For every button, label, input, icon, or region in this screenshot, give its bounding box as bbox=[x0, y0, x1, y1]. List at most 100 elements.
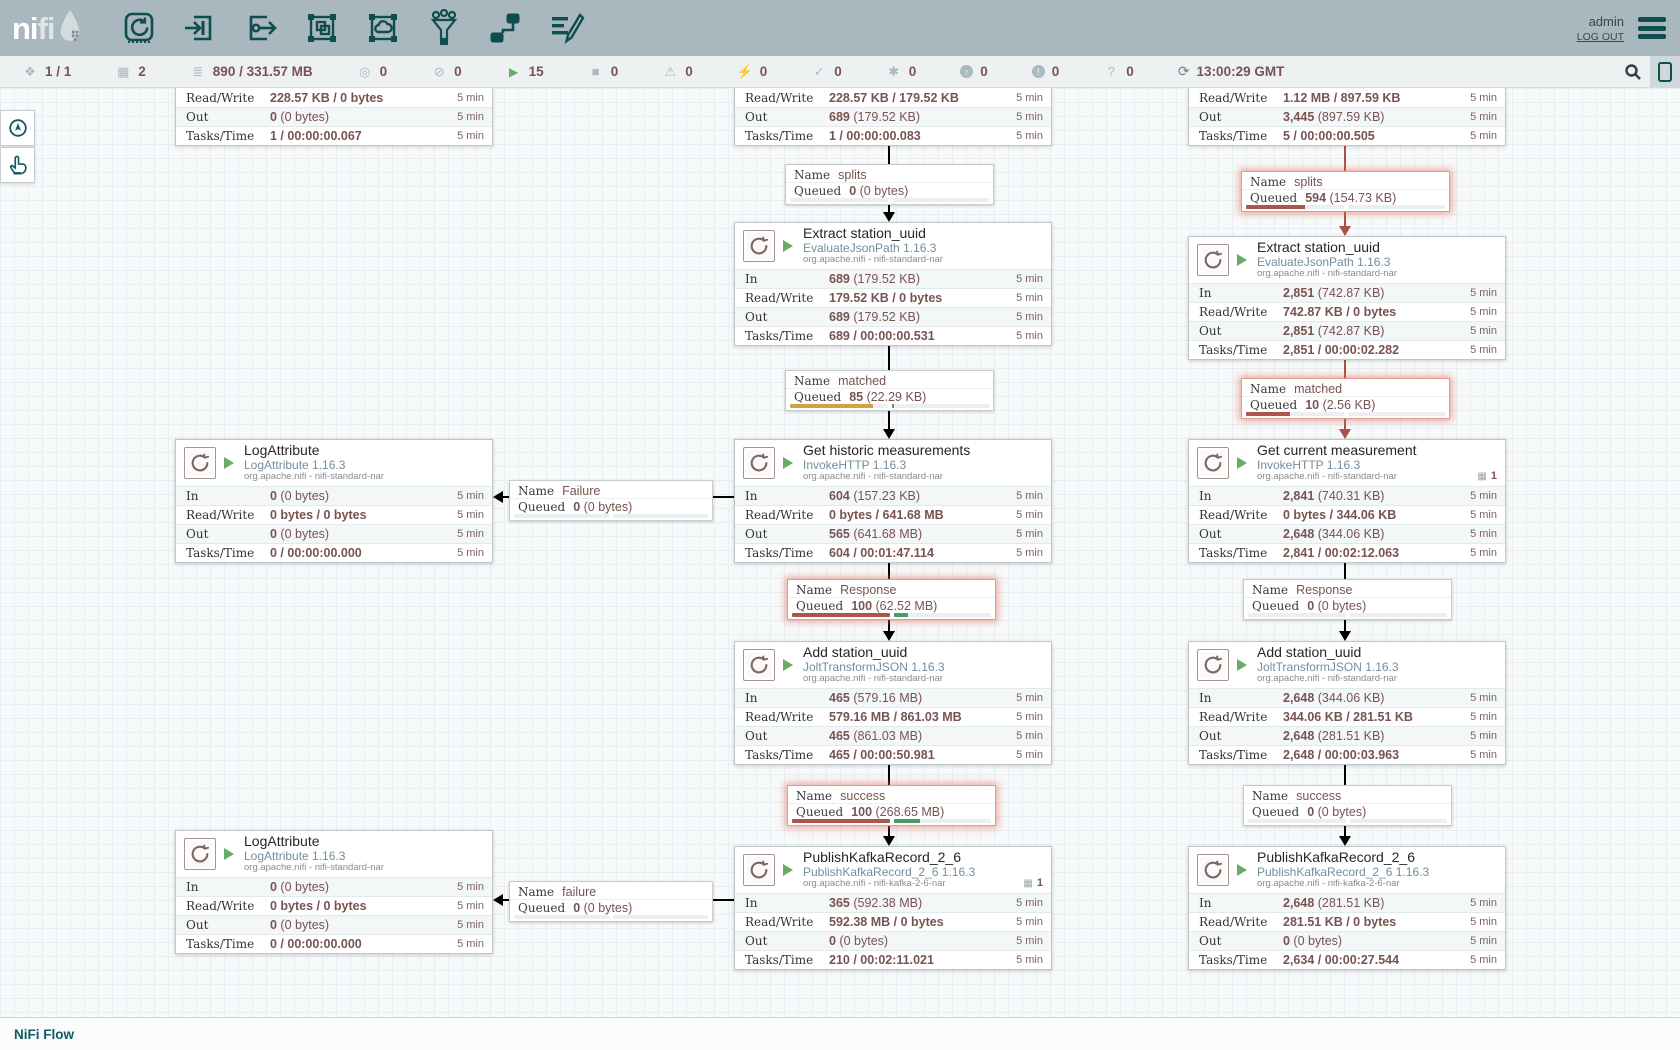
processor-get-historic-measurements[interactable]: Get historic measurementsInvokeHTTP 1.16… bbox=[734, 439, 1052, 563]
processor-name: Add station_uuid bbox=[803, 645, 945, 661]
processor-add-station-uuid-mid[interactable]: Add station_uuidJoltTransformJSON 1.16.3… bbox=[734, 641, 1052, 765]
processor-top-right[interactable]: Read/Write1.12 MB / 897.59 KB5 minOut3,4… bbox=[1188, 88, 1506, 146]
stat-window: 5 min bbox=[1016, 130, 1043, 142]
queued-count: 594 bbox=[1305, 191, 1326, 205]
stat-value-bold: 3,445 bbox=[1283, 110, 1314, 124]
breadcrumb-bar: NiFi Flow bbox=[0, 1017, 1680, 1050]
input-port-icon[interactable] bbox=[180, 8, 220, 48]
queued-size: (0 bytes) bbox=[1314, 599, 1366, 613]
connection-label-matched-mid[interactable]: NamematchedQueued85 (22.29 KB) bbox=[785, 370, 994, 411]
processor-publishkafkarecord-mid[interactable]: PublishKafkaRecord_2_6PublishKafkaRecord… bbox=[734, 846, 1052, 970]
label-icon[interactable] bbox=[546, 8, 586, 48]
connection-label-splits-mid[interactable]: NamesplitsQueued0 (0 bytes) bbox=[785, 164, 994, 205]
backpressure-bars bbox=[790, 198, 989, 202]
status-count: 0 bbox=[760, 64, 768, 79]
stat-label: Read/Write bbox=[186, 508, 270, 522]
connection-label-response-mid[interactable]: NameResponseQueued100 (62.52 MB) bbox=[787, 579, 996, 620]
processor-top-middle[interactable]: Read/Write228.57 KB / 179.52 KB5 minOut6… bbox=[734, 88, 1052, 146]
processor-get-current-measurement[interactable]: Get current measurementInvokeHTTP 1.16.3… bbox=[1188, 439, 1506, 563]
processor-icon[interactable] bbox=[119, 8, 159, 48]
template-icon[interactable] bbox=[485, 8, 525, 48]
stat-value: 365 (592.38 MB) bbox=[829, 896, 922, 910]
stat-value: 5 / 00:00:00.505 bbox=[1283, 129, 1375, 143]
stat-row-read-write: Read/Write0 bytes / 0 bytes5 min bbox=[176, 896, 492, 915]
stat-row-read-write: Read/Write0 bytes / 0 bytes5 min bbox=[176, 505, 492, 524]
stat-value: 0 bytes / 641.68 MB bbox=[829, 508, 944, 522]
stat-window: 5 min bbox=[1016, 311, 1043, 323]
processor-type-icon bbox=[1197, 649, 1229, 681]
processor-type: LogAttribute 1.16.3 bbox=[244, 459, 384, 472]
global-menu-icon[interactable] bbox=[1638, 17, 1666, 39]
stat-label: Read/Write bbox=[745, 508, 829, 522]
processor-logattribute-mid-left[interactable]: LogAttributeLogAttribute 1.16.3org.apach… bbox=[175, 439, 493, 563]
stat-row-in: In604 (157.23 KB)5 min bbox=[735, 486, 1051, 505]
stat-value-bold: 689 bbox=[829, 272, 850, 286]
processor-header: Extract station_uuidEvaluateJsonPath 1.1… bbox=[735, 223, 1051, 269]
stat-value: 281.51 KB / 0 bytes bbox=[1283, 915, 1396, 929]
backpressure-right-bar bbox=[892, 198, 990, 202]
stat-label: Tasks/Time bbox=[745, 129, 829, 143]
processor-add-station-uuid-right[interactable]: Add station_uuidJoltTransformJSON 1.16.3… bbox=[1188, 641, 1506, 765]
connection-label-matched-right[interactable]: NamematchedQueued10 (2.56 KB) bbox=[1241, 378, 1450, 419]
logout-link[interactable]: LOG OUT bbox=[1577, 31, 1624, 43]
stat-label: Tasks/Time bbox=[745, 953, 829, 967]
status-count: 0 bbox=[909, 64, 917, 79]
funnel-icon[interactable] bbox=[424, 8, 464, 48]
stat-window: 5 min bbox=[457, 509, 484, 521]
flow-canvas[interactable]: NamesplitsQueued0 (0 bytes) NamesplitsQue… bbox=[0, 88, 1680, 1017]
processor-extract-station-uuid-right[interactable]: Extract station_uuidEvaluateJsonPath 1.1… bbox=[1188, 236, 1506, 360]
operate-palette-toggle[interactable] bbox=[0, 147, 35, 183]
processor-bundle: org.apache.nifi - nifi-standard-nar bbox=[1257, 269, 1397, 280]
stat-window: 5 min bbox=[1470, 325, 1497, 337]
stat-value-bold: 0 bytes / 641.68 MB bbox=[829, 508, 944, 522]
connection-label-failure-bottom[interactable]: NamefailureQueued0 (0 bytes) bbox=[509, 881, 713, 922]
stat-label: Out bbox=[1199, 110, 1283, 124]
connection-label-failure-mid[interactable]: NameFailureQueued0 (0 bytes) bbox=[509, 480, 713, 521]
connection-queued-row: Queued0 (0 bytes) bbox=[1244, 804, 1451, 820]
stat-window: 5 min bbox=[1016, 711, 1043, 723]
stat-row-out: Out3,445 (897.59 KB)5 min bbox=[1189, 107, 1505, 126]
connection-arrow-failure-1 bbox=[493, 491, 503, 503]
remote-process-group-icon[interactable] bbox=[363, 8, 403, 48]
queued-value: 0 (0 bytes) bbox=[849, 184, 908, 198]
stat-value-bold: 210 / 00:02:11.021 bbox=[829, 953, 934, 967]
processor-name: Get historic measurements bbox=[803, 443, 970, 459]
processor-name: LogAttribute bbox=[244, 443, 384, 459]
processor-publishkafkarecord-right[interactable]: PublishKafkaRecord_2_6PublishKafkaRecord… bbox=[1188, 846, 1506, 970]
stale-icon: ↑ bbox=[960, 65, 973, 78]
queued-count: 10 bbox=[1305, 398, 1319, 412]
stat-value: 2,841 / 00:02:12.063 bbox=[1283, 546, 1399, 560]
processor-titles: Add station_uuidJoltTransformJSON 1.16.3… bbox=[1257, 645, 1399, 685]
processor-top-left[interactable]: Read/Write228.57 KB / 0 bytes5 minOut0 (… bbox=[175, 88, 493, 146]
backpressure-bars bbox=[514, 514, 708, 518]
stat-label: Read/Write bbox=[186, 91, 270, 105]
search-icon[interactable] bbox=[1616, 56, 1650, 87]
breadcrumb[interactable]: NiFi Flow bbox=[14, 1027, 74, 1042]
queued-size: (62.52 MB) bbox=[872, 599, 937, 613]
processor-extract-station-uuid-mid[interactable]: Extract station_uuidEvaluateJsonPath 1.1… bbox=[734, 222, 1052, 346]
stat-label: Tasks/Time bbox=[745, 546, 829, 560]
stat-value: 0 / 00:00:00.000 bbox=[270, 546, 362, 560]
stat-row-read-write: Read/Write0 bytes / 641.68 MB5 min bbox=[735, 505, 1051, 524]
connection-label-success-right[interactable]: NamesuccessQueued0 (0 bytes) bbox=[1243, 785, 1452, 826]
refresh-icon[interactable]: ⟳ bbox=[1178, 63, 1190, 80]
processor-logattribute-bottom-left[interactable]: LogAttributeLogAttribute 1.16.3org.apach… bbox=[175, 830, 493, 954]
output-port-icon[interactable] bbox=[241, 8, 281, 48]
stat-value: 1 / 00:00:00.083 bbox=[829, 129, 921, 143]
navigate-palette-toggle[interactable] bbox=[0, 110, 35, 146]
stat-row-out: Out2,851 (742.87 KB)5 min bbox=[1189, 321, 1505, 340]
connection-label-success-mid[interactable]: NamesuccessQueued100 (268.65 MB) bbox=[787, 785, 996, 826]
process-group-icon[interactable] bbox=[302, 8, 342, 48]
stat-value: 592.38 MB / 0 bytes bbox=[829, 915, 944, 929]
status-count: 0 bbox=[685, 64, 693, 79]
status-item-locally-modified: ✱0 bbox=[886, 64, 917, 80]
connection-label-response-right[interactable]: NameResponseQueued0 (0 bytes) bbox=[1243, 579, 1452, 620]
stat-row-read-write: Read/Write592.38 MB / 0 bytes5 min bbox=[735, 912, 1051, 931]
processor-bundle: org.apache.nifi - nifi-standard-nar bbox=[803, 674, 945, 685]
stat-value: 2,648 (281.51 KB) bbox=[1283, 896, 1384, 910]
processor-bundle: org.apache.nifi - nifi-kafka-2-6-nar bbox=[803, 879, 975, 890]
connection-label-splits-right[interactable]: NamesplitsQueued594 (154.73 KB) bbox=[1241, 171, 1450, 212]
processor-type: EvaluateJsonPath 1.16.3 bbox=[1257, 256, 1397, 269]
birdseye-toggle[interactable] bbox=[1650, 56, 1680, 87]
status-bar: ❖1 / 1▦2≣890 / 331.57 MB◎0⊘0▶15■0⚠0⚡0✓0✱… bbox=[0, 56, 1680, 88]
